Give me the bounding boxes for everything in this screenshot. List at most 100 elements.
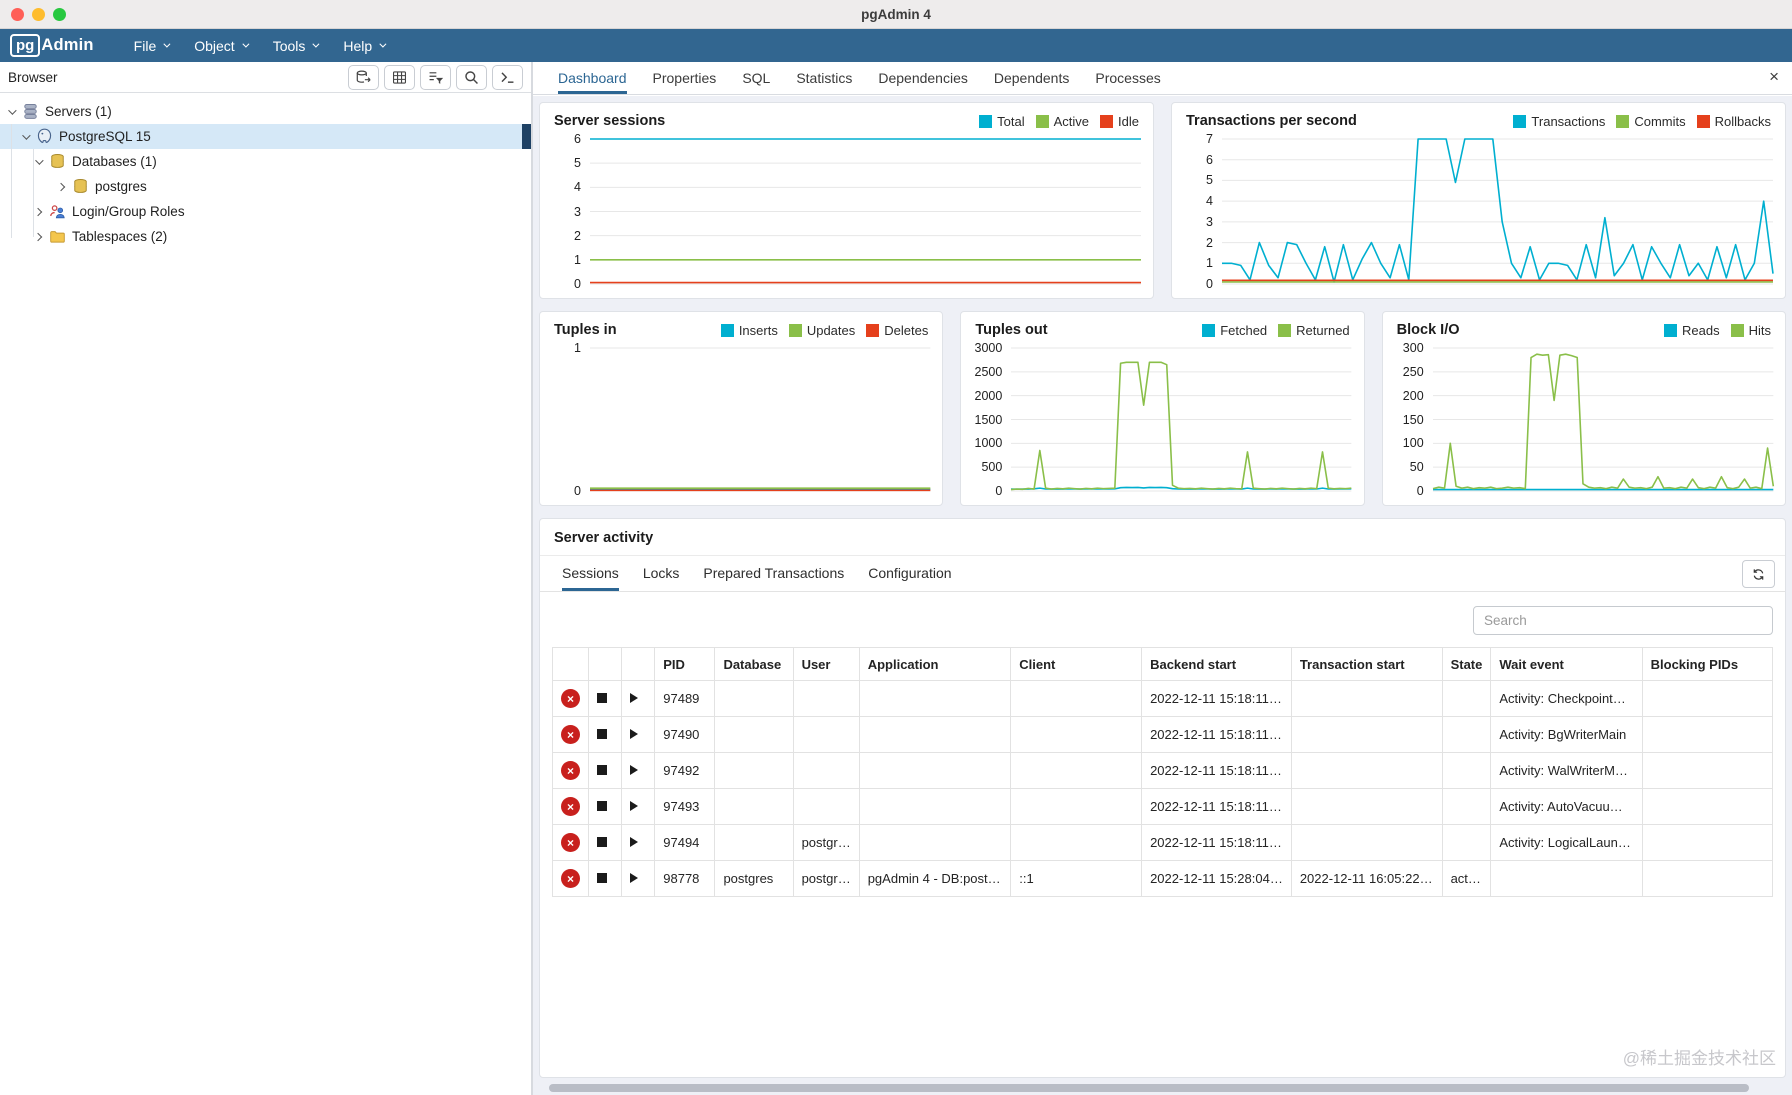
cancel-query-button[interactable] (597, 765, 607, 775)
cell (714, 788, 794, 825)
cell (1641, 716, 1774, 753)
expand-row-button[interactable] (629, 837, 638, 847)
y-tick-label: 1 (574, 341, 581, 355)
menu-label: Tools (272, 37, 306, 54)
chevron-right-icon[interactable] (54, 182, 68, 191)
menu-object[interactable]: Object (184, 33, 256, 59)
terminate-session-button[interactable]: × (561, 725, 580, 744)
menu-file[interactable]: File (124, 33, 179, 59)
close-window-button[interactable] (11, 7, 24, 21)
properties-grid-button[interactable] (384, 64, 415, 90)
column-header: Client (1010, 647, 1143, 681)
cell (714, 752, 794, 789)
y-axis: 10 (544, 341, 590, 498)
cell (1641, 752, 1774, 789)
cell: Activity: Checkpoint… (1490, 680, 1643, 717)
column-header: User (792, 647, 860, 681)
menu-help[interactable]: Help (333, 33, 394, 59)
terminate-session-button[interactable]: × (561, 797, 580, 816)
legend-label: Transactions (1531, 113, 1606, 129)
cell: 2022-12-11 15:18:11… (1141, 716, 1292, 753)
cell: Activity: AutoVacuu… (1490, 788, 1643, 825)
connections-button[interactable] (348, 64, 379, 90)
legend-label: Updates (806, 322, 856, 338)
cancel-query-button[interactable] (597, 873, 607, 883)
chart-header: Transactions per second Transactions Commi… (1172, 103, 1785, 133)
chevron-down-icon[interactable] (4, 105, 18, 115)
activity-tab-sessions[interactable]: Sessions (562, 556, 619, 591)
column-header (620, 647, 656, 681)
cell: postgr… (792, 860, 860, 897)
cell (1441, 824, 1492, 861)
cancel-query-button[interactable] (597, 801, 607, 811)
terminate-session-button[interactable]: × (561, 869, 580, 888)
search-button[interactable] (456, 64, 487, 90)
cell: Activity: WalWriterM… (1490, 752, 1643, 789)
y-tick-label: 500 (981, 460, 1003, 475)
y-tick-label: 2000 (974, 388, 1003, 403)
legend-label: Active (1053, 113, 1090, 129)
activity-tab-prepared-transactions[interactable]: Prepared Transactions (703, 556, 844, 591)
minimize-window-button[interactable] (32, 7, 45, 21)
cell (1641, 860, 1774, 897)
expand-row-button[interactable] (629, 873, 638, 883)
refresh-button[interactable] (1742, 560, 1775, 588)
search-input[interactable] (1473, 606, 1773, 635)
chart-card-block-i-o: Block I/O Reads Hits 300 250 200 150 100 50 0 (1381, 311, 1786, 506)
tree-item-label: Servers (1) (45, 104, 112, 119)
table-row: × 97490 2022-12-11 15:18:11… Activity: BgWr… (552, 716, 1774, 753)
chart-header: Server sessions Total Active Idle (540, 103, 1153, 133)
tab-dependencies[interactable]: Dependencies (878, 62, 968, 94)
cell (1290, 788, 1443, 825)
folder-icon (49, 228, 66, 245)
chevron-down-icon (163, 40, 171, 48)
chevron-down-icon[interactable] (18, 130, 32, 140)
tab-processes[interactable]: Processes (1095, 62, 1160, 94)
terminate-session-button[interactable]: × (561, 761, 580, 780)
column-header: PID (654, 647, 716, 681)
query-tool-button[interactable] (492, 64, 523, 90)
pgadmin-logo: pg Admin (10, 34, 94, 57)
cell: postgres (714, 860, 794, 897)
tree-item-postgresql-15[interactable]: PostgreSQL 15 (0, 124, 531, 149)
tree-item-postgres[interactable]: postgres (0, 174, 531, 199)
tab-statistics[interactable]: Statistics (796, 62, 852, 94)
tree-item-databases-1[interactable]: Databases (1) (0, 149, 531, 174)
menu-label: Help (343, 37, 373, 54)
cell: postgr… (792, 824, 860, 861)
tab-properties[interactable]: Properties (653, 62, 717, 94)
server-stack-icon (22, 103, 39, 120)
legend-label: Fetched (1220, 322, 1268, 338)
expand-row-button[interactable] (629, 693, 638, 703)
expand-row-button[interactable] (629, 729, 638, 739)
legend-swatch (788, 323, 802, 337)
cancel-query-button[interactable] (597, 693, 607, 703)
cancel-query-button[interactable] (597, 729, 607, 739)
expand-row-button[interactable] (629, 765, 638, 775)
terminate-session-button[interactable]: × (561, 689, 580, 708)
tree-item-servers-1[interactable]: Servers (1) (0, 99, 531, 124)
cell: 2022-12-11 15:18:11… (1141, 788, 1292, 825)
chart-legend: Transactions Commits Rollbacks (1513, 114, 1771, 129)
tree-item-tablespaces-2[interactable]: Tablespaces (2) (0, 224, 531, 249)
y-tick-label: 5 (574, 156, 581, 171)
filter-button[interactable] (420, 64, 451, 90)
chevron-down-icon (312, 40, 320, 48)
zoom-window-button[interactable] (53, 7, 66, 21)
terminate-session-button[interactable]: × (561, 833, 580, 852)
tab-dependents[interactable]: Dependents (994, 62, 1070, 94)
cancel-query-button[interactable] (597, 837, 607, 847)
y-tick-label: 7 (1206, 132, 1213, 146)
horizontal-scrollbar-thumb[interactable] (549, 1084, 1749, 1092)
column-header (588, 647, 622, 681)
menu-tools[interactable]: Tools (263, 33, 328, 59)
tab-dashboard[interactable]: Dashboard (558, 62, 627, 94)
expand-row-button[interactable] (629, 801, 638, 811)
activity-tab-configuration[interactable]: Configuration (868, 556, 951, 591)
tree-item-login-group-roles[interactable]: Login/Group Roles (0, 199, 531, 224)
server-activity-title: Server activity (540, 519, 1785, 556)
activity-tab-locks[interactable]: Locks (643, 556, 680, 591)
tab-sql[interactable]: SQL (742, 62, 770, 94)
logo-pg-badge: pg (10, 34, 41, 57)
close-icon[interactable]: × (1769, 67, 1779, 87)
